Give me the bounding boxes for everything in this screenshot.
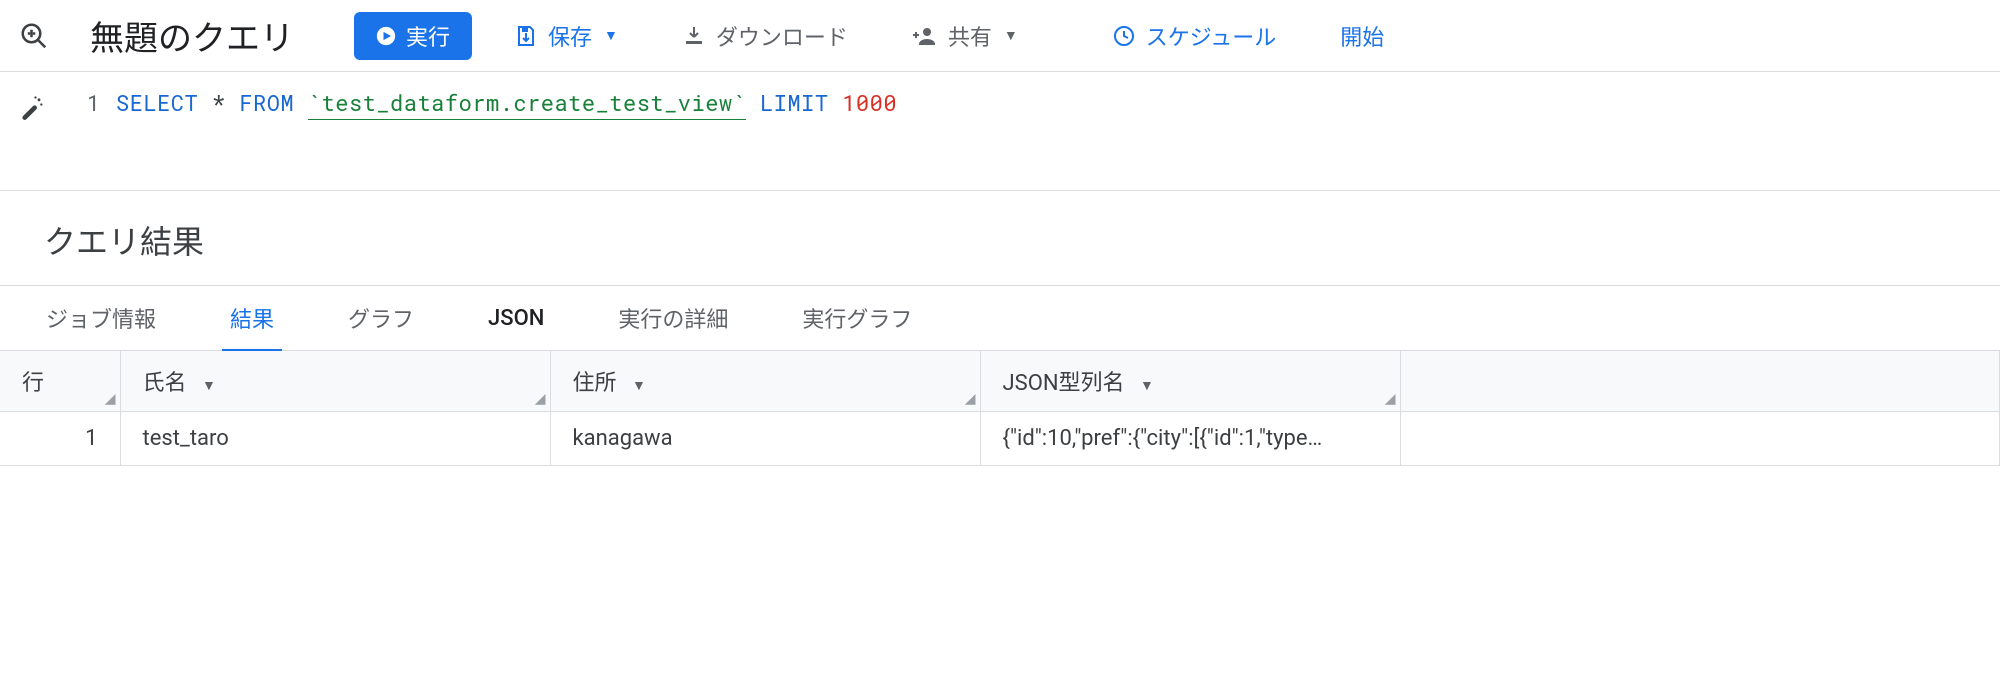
sql-table-ref: `test_dataform.create_test_view` [308, 88, 746, 120]
tab-results[interactable]: 結果 [228, 284, 276, 352]
col-header-json[interactable]: JSON型列名 ▼ ◢ [980, 351, 1400, 412]
cell-name: test_taro [120, 412, 550, 466]
cell-addr: kanagawa [550, 412, 980, 466]
query-toolbar: 無題のクエリ 実行 保存 ▼ ダウンロード 共有 ▼ [0, 0, 2000, 72]
col-header-json-label: JSON型列名 [1003, 371, 1125, 396]
sort-icon[interactable]: ▼ [202, 377, 216, 394]
tab-exec-details[interactable]: 実行の詳細 [616, 284, 730, 352]
results-tabs: ジョブ情報 結果 グラフ JSON 実行の詳細 実行グラフ [0, 285, 2000, 351]
open-label: 開始 [1340, 20, 1384, 52]
cell-json: {"id":10,"pref":{"city":[{"id":1,"type… [980, 412, 1400, 466]
col-header-addr-label: 住所 [573, 371, 617, 396]
col-header-row-label: 行 [22, 371, 44, 396]
query-magnify-icon [16, 18, 52, 54]
person-add-icon [912, 24, 938, 48]
query-title: 無題のクエリ [90, 11, 294, 60]
run-button[interactable]: 実行 [354, 12, 472, 60]
tab-chart[interactable]: グラフ [346, 284, 416, 352]
chevron-down-icon: ▼ [1004, 27, 1018, 44]
download-button[interactable]: ダウンロード [660, 12, 870, 60]
sql-keyword-from: FROM [239, 88, 294, 117]
tab-exec-graph[interactable]: 実行グラフ [800, 284, 914, 352]
open-button[interactable]: 開始 [1318, 12, 1406, 60]
clock-icon [1112, 24, 1136, 48]
download-label: ダウンロード [716, 20, 848, 52]
sql-star: * [212, 88, 226, 117]
chevron-down-icon: ▼ [604, 27, 618, 44]
sql-editor[interactable]: 1 SELECT * FROM `test_dataform.create_te… [0, 72, 2000, 190]
magic-wand-icon[interactable] [10, 86, 54, 130]
save-button[interactable]: 保存 ▼ [492, 12, 640, 60]
download-icon [682, 24, 706, 48]
table-header-row: 行 ◢ 氏名 ▼ ◢ 住所 ▼ ◢ JSON型列名 ▼ ◢ [0, 351, 2000, 412]
col-header-name-label: 氏名 [143, 371, 187, 396]
col-header-name[interactable]: 氏名 ▼ ◢ [120, 351, 550, 412]
sort-icon[interactable]: ▼ [632, 377, 646, 394]
tab-json[interactable]: JSON [486, 288, 546, 349]
play-icon [376, 26, 396, 46]
sort-icon[interactable]: ▼ [1140, 377, 1154, 394]
share-button[interactable]: 共有 ▼ [890, 12, 1040, 60]
resize-handle-icon[interactable]: ◢ [965, 391, 976, 407]
resize-handle-icon[interactable]: ◢ [535, 391, 546, 407]
sql-keyword-limit: LIMIT [760, 88, 829, 117]
line-number: 1 [64, 86, 100, 117]
resize-handle-icon[interactable]: ◢ [1385, 391, 1396, 407]
col-header-row[interactable]: 行 ◢ [0, 351, 120, 412]
col-header-addr[interactable]: 住所 ▼ ◢ [550, 351, 980, 412]
results-table: 行 ◢ 氏名 ▼ ◢ 住所 ▼ ◢ JSON型列名 ▼ ◢ 1 test [0, 351, 2000, 466]
cell-extra [1400, 412, 2000, 466]
col-header-extra [1400, 351, 2000, 412]
schedule-label: スケジュール [1146, 20, 1276, 52]
schedule-button[interactable]: スケジュール [1090, 12, 1298, 60]
resize-handle-icon[interactable]: ◢ [105, 391, 116, 407]
save-label: 保存 [548, 20, 592, 52]
run-label: 実行 [406, 20, 450, 52]
sql-code[interactable]: SELECT * FROM `test_dataform.create_test… [116, 86, 897, 117]
tab-job-info[interactable]: ジョブ情報 [44, 284, 158, 352]
share-label: 共有 [948, 20, 992, 52]
sql-limit-value: 1000 [842, 88, 897, 117]
table-row[interactable]: 1 test_taro kanagawa {"id":10,"pref":{"c… [0, 412, 2000, 466]
results-heading: クエリ結果 [0, 190, 2000, 285]
cell-row-index: 1 [0, 412, 120, 466]
save-icon [514, 24, 538, 48]
sql-keyword-select: SELECT [116, 88, 198, 117]
